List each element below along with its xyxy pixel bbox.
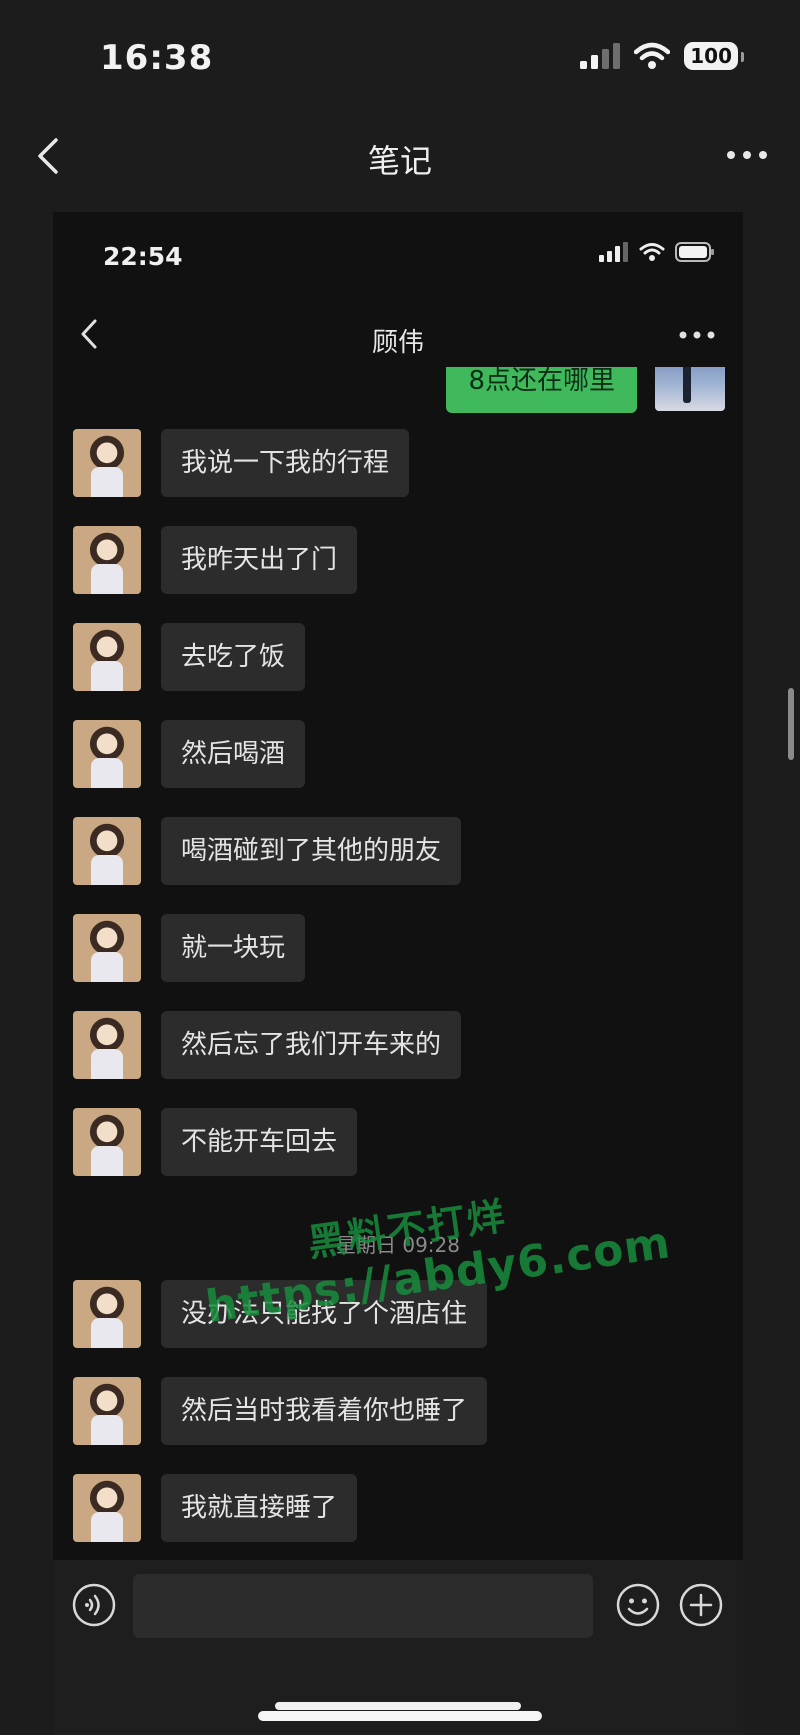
avatar[interactable] bbox=[655, 367, 725, 411]
outer-nav-bar: 笔记 bbox=[0, 110, 800, 200]
emoji-icon[interactable] bbox=[615, 1582, 661, 1628]
list-item: 然后喝酒 bbox=[73, 720, 306, 788]
page-title: 笔记 bbox=[367, 142, 432, 180]
outgoing-message: 8点还在哪里 bbox=[446, 367, 725, 413]
message-bubble-in[interactable]: 去吃了饭 bbox=[161, 623, 306, 691]
inner-clock: 22:54 bbox=[103, 242, 183, 271]
avatar[interactable] bbox=[73, 1108, 141, 1176]
battery-icon bbox=[675, 242, 714, 262]
avatar[interactable] bbox=[73, 526, 141, 594]
list-item: 然后忘了我们开车来的 bbox=[73, 1011, 462, 1079]
more-horizontal-icon[interactable] bbox=[724, 140, 770, 170]
home-indicator bbox=[258, 1711, 542, 1721]
more-horizontal-icon[interactable] bbox=[677, 320, 717, 350]
message-bubble-in[interactable]: 我就直接睡了 bbox=[161, 1474, 358, 1542]
message-bubble-in[interactable]: 就一块玩 bbox=[161, 914, 306, 982]
message-bubble-in[interactable]: 喝酒碰到了其他的朋友 bbox=[161, 817, 462, 885]
avatar[interactable] bbox=[73, 720, 141, 788]
voice-icon[interactable] bbox=[71, 1582, 117, 1628]
wifi-icon bbox=[634, 42, 671, 69]
message-bubble-out[interactable]: 8点还在哪里 bbox=[446, 367, 637, 413]
message-bubble-in[interactable]: 然后当时我看着你也睡了 bbox=[161, 1377, 488, 1445]
outer-clock: 16:38 bbox=[100, 38, 214, 78]
signal-icon bbox=[599, 242, 628, 262]
signal-icon bbox=[580, 43, 621, 69]
plus-circle-icon[interactable] bbox=[678, 1582, 724, 1628]
list-item: 没办法只能找了个酒店住 bbox=[73, 1280, 488, 1348]
avatar[interactable] bbox=[73, 623, 141, 691]
avatar[interactable] bbox=[73, 1377, 141, 1445]
avatar[interactable] bbox=[73, 817, 141, 885]
list-item: 就一块玩 bbox=[73, 914, 306, 982]
list-item: 我说一下我的行程 bbox=[73, 429, 410, 497]
chat-input-bar bbox=[53, 1560, 743, 1735]
message-bubble-in[interactable]: 不能开车回去 bbox=[161, 1108, 358, 1176]
list-item: 然后当时我看着你也睡了 bbox=[73, 1377, 488, 1445]
home-indicator bbox=[275, 1702, 521, 1710]
avatar[interactable] bbox=[73, 1474, 141, 1542]
avatar[interactable] bbox=[73, 1011, 141, 1079]
message-bubble-in[interactable]: 我昨天出了门 bbox=[161, 526, 358, 594]
chat-contact-name: 顾伟 bbox=[371, 328, 424, 358]
message-bubble-in[interactable]: 我说一下我的行程 bbox=[161, 429, 410, 497]
message-input[interactable] bbox=[133, 1574, 593, 1638]
list-item: 不能开车回去 bbox=[73, 1108, 358, 1176]
message-list[interactable]: 8点还在哪里 我说一下我的行程 我昨天出了门 去吃了饭 然后喝酒 喝酒碰到了其他… bbox=[53, 367, 743, 1735]
list-item: 我昨天出了门 bbox=[73, 526, 358, 594]
chat-header: 顾伟 bbox=[53, 302, 743, 372]
list-item: 喝酒碰到了其他的朋友 bbox=[73, 817, 462, 885]
message-bubble-in[interactable]: 然后忘了我们开车来的 bbox=[161, 1011, 462, 1079]
scroll-indicator[interactable] bbox=[788, 688, 794, 760]
message-timestamp: 星期日 09:28 bbox=[336, 1233, 460, 1257]
wifi-icon bbox=[639, 243, 665, 261]
message-bubble-in[interactable]: 没办法只能找了个酒店住 bbox=[161, 1280, 488, 1348]
inner-status-bar: 22:54 bbox=[53, 212, 743, 274]
outer-status-bar: 16:38 100 bbox=[0, 0, 800, 110]
battery-icon: 100 bbox=[684, 42, 744, 70]
list-item: 我就直接睡了 bbox=[73, 1474, 358, 1542]
embedded-chat-screenshot: 22:54 顾伟 8点还在哪里 我说一下我的行程 我昨天出了门 去吃了饭 然后喝… bbox=[53, 212, 743, 1735]
avatar[interactable] bbox=[73, 914, 141, 982]
list-item: 去吃了饭 bbox=[73, 623, 306, 691]
message-bubble-in[interactable]: 然后喝酒 bbox=[161, 720, 306, 788]
inner-status-icons bbox=[599, 242, 715, 262]
outer-status-icons: 100 bbox=[580, 42, 744, 70]
avatar[interactable] bbox=[73, 1280, 141, 1348]
avatar[interactable] bbox=[73, 429, 141, 497]
